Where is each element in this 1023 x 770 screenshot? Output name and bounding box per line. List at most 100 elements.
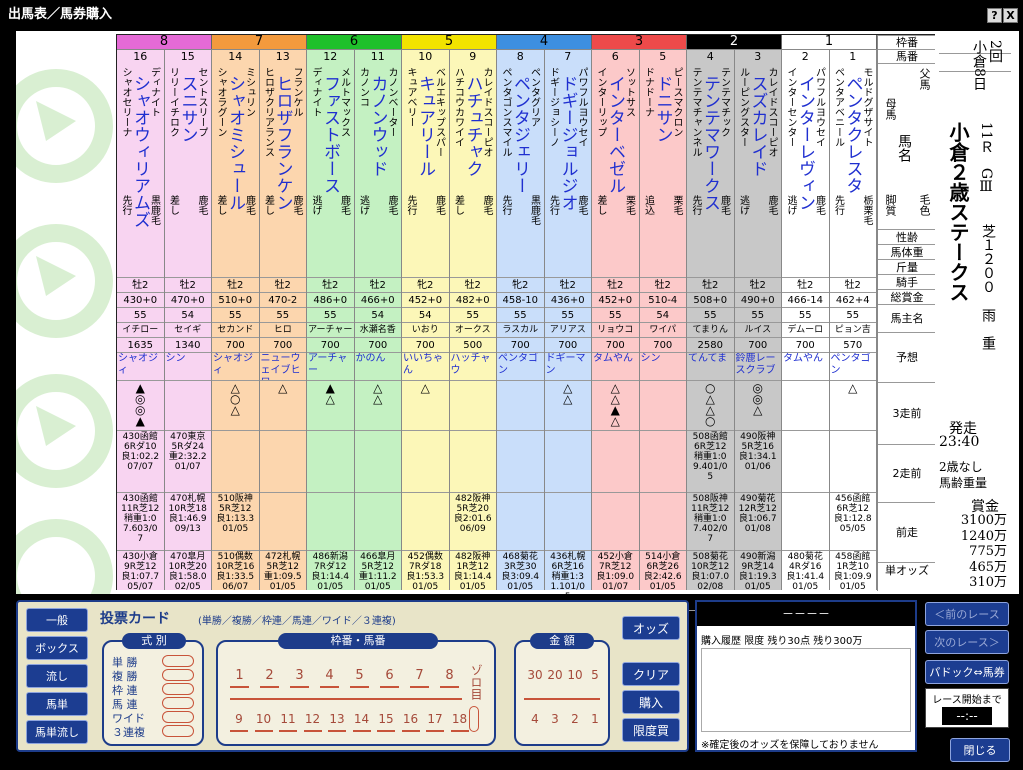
horse-name[interactable]: スズカレイド xyxy=(748,75,768,255)
coat-color: 鹿毛 xyxy=(576,195,587,215)
clear-button[interactable]: クリア xyxy=(622,662,680,686)
horse-column[interactable]: ソットサス インターリップ インターベゼル 差し 栗毛 牡2 452+0 55 リョウコ 700 タ… xyxy=(592,63,640,624)
amount-unit-ones[interactable]: 4 xyxy=(526,712,544,726)
horseshoe-decoration-icon xyxy=(16,69,113,594)
horse-name[interactable]: ファストボース xyxy=(320,75,340,255)
limit-buy-button[interactable]: 限度買 xyxy=(622,718,680,742)
owner-cell: いいちゃん xyxy=(402,352,449,380)
buy-button[interactable]: 購入 xyxy=(622,690,680,714)
race-info-panel: 2回 小倉8日 小倉２歳ステークス 11Ｒ GⅢ 芝１２００ 雨 重 発走 23:… xyxy=(935,34,1017,590)
horse-name[interactable]: インターベゼル xyxy=(605,75,625,255)
bet-type-checkbox[interactable] xyxy=(162,697,194,709)
waku-number[interactable]: 1 xyxy=(232,668,247,683)
horse-column[interactable]: カレイドスコーピオ ハチコウカワイイ ハチュチャク 差し 鹿毛 牡2 482+0 55 オークス… xyxy=(449,63,497,624)
amount-unit-tens[interactable]: 20 xyxy=(546,668,564,682)
bet-type-checkbox[interactable] xyxy=(162,725,194,737)
horse-name[interactable]: ドニサン xyxy=(653,75,673,255)
horse-name[interactable]: ペンタクレスタ xyxy=(843,75,863,255)
horse-column[interactable]: フランケル ヒロザクリアランス ヒロザフランケン 差し 鹿毛 牡2 470-2 55 ヒロ 700… xyxy=(259,63,307,624)
zen2-cell: 510阪神5R芝12良1:13.301/05 xyxy=(212,492,259,550)
umaban-number[interactable]: 10 xyxy=(255,712,273,726)
horse-column[interactable]: テンテマチック テンテマチャンネル テンテマワークス 先行 鹿毛 牡2 508+0 55 てまり… xyxy=(687,63,735,624)
next-race-button[interactable]: 次のレース＞ xyxy=(925,630,1009,654)
horse-name[interactable]: シャオウィリアムズ xyxy=(130,75,150,255)
umaban-number[interactable]: 14 xyxy=(353,712,371,726)
waku-number[interactable]: 7 xyxy=(412,668,427,683)
umaban-number[interactable]: 12 xyxy=(304,712,322,726)
amount-unit-tens[interactable]: 5 xyxy=(586,668,604,682)
horse-column[interactable]: カノンベーター カノンコ カノンウッド 逃げ 鹿毛 牡2 466+0 54 水瀬名香 700 かのん… xyxy=(354,63,402,624)
horse-column[interactable]: ディナイト シャオセリーナ シャオウィリアムズ 先行 黒鹿毛 牡2 430+0 55 イチロー 1… xyxy=(117,63,165,624)
horse-name[interactable]: ドギージョルジオ xyxy=(558,75,578,255)
horse-column[interactable]: カレイドスコーピオ ルーピングスター スズカレイド 逃げ 鹿毛 牡2 490+0 55 ルイス 7… xyxy=(734,63,782,624)
bet-method-button[interactable]: 馬単流し xyxy=(26,720,88,744)
waku-number[interactable]: 3 xyxy=(292,668,307,683)
kinryo-cell: 54 xyxy=(354,307,401,322)
owner-cell: てんてま xyxy=(687,352,734,380)
odds-button[interactable]: オッズ xyxy=(622,616,680,640)
number-underline xyxy=(410,686,429,688)
horse-name[interactable]: カノンウッド xyxy=(368,75,388,255)
jockey-cell: セカンド xyxy=(212,322,259,337)
horse-name[interactable]: ハチュチャク xyxy=(463,75,483,255)
waku-number[interactable]: 6 xyxy=(382,668,397,683)
horse-column[interactable]: メルトマックス ディナイト ファストボース 逃げ 鹿毛 牡2 486+0 55 アーチャー 700… xyxy=(307,63,355,624)
bet-method-button[interactable]: 馬単 xyxy=(26,692,88,716)
paddock-toggle-button[interactable]: パドック⇔馬券 xyxy=(925,660,1009,684)
waku-number[interactable]: 5 xyxy=(352,668,367,683)
prev-race-button[interactable]: ＜前のレース xyxy=(925,602,1009,626)
history-list[interactable] xyxy=(701,648,911,732)
horse-column[interactable]: セントスリープ リリーイチロク スニサン 差し 鹿毛 牡2 470+0 54 セイギ 1340 シン… xyxy=(164,63,212,624)
bet-method-button[interactable]: 流し xyxy=(26,664,88,688)
horse-name[interactable]: シャオミシュール xyxy=(225,75,245,255)
bet-type-checkbox[interactable] xyxy=(162,669,194,681)
waku-number[interactable]: 2 xyxy=(262,668,277,683)
zen3-cell xyxy=(449,430,496,492)
umaban-number[interactable]: 16 xyxy=(402,712,420,726)
umaban-number[interactable]: 11 xyxy=(279,712,297,726)
horse-name[interactable]: キュアリール xyxy=(415,75,435,255)
amount-unit-tens[interactable]: 10 xyxy=(566,668,584,682)
horse-column[interactable]: ミシュリン シャオラグーン シャオミシュール 差し 鹿毛 牡2 510+0 55 セカンド 700… xyxy=(212,63,260,624)
bet-method-button[interactable]: ボックス xyxy=(26,636,88,660)
amount-unit-ones[interactable]: 3 xyxy=(546,712,564,726)
amount-unit-ones[interactable]: 1 xyxy=(586,712,604,726)
umaban-number[interactable]: 9 xyxy=(230,712,248,726)
odds-note: ※確定後のオッズを保障しておりません xyxy=(701,740,879,751)
waku-number[interactable]: 8 xyxy=(442,668,457,683)
horse-column[interactable]: ピースマクロン ドナドーナ ドニサン 追込 栗毛 牡2 510-4 54 ワイパ 700 シン 514… xyxy=(639,63,687,624)
amount-unit-ones[interactable]: 2 xyxy=(566,712,584,726)
running-style: 先行 xyxy=(500,195,511,215)
owner-cell: シャオジィ xyxy=(117,352,164,380)
sexage-cell: 牡2 xyxy=(307,277,354,292)
horse-name[interactable]: インターレヴィン xyxy=(795,75,815,255)
close-button[interactable]: 閉じる xyxy=(950,738,1010,762)
kinryo-cell: 55 xyxy=(307,307,354,322)
horse-column[interactable]: ベルエキップスパー キュアベリー キュアリール 先行 鹿毛 牝2 452+0 54 いおり 700… xyxy=(402,63,450,624)
waku-number[interactable]: 4 xyxy=(322,668,337,683)
horse-column[interactable]: パワフルヨウセイ ドギージョシーノ ドギージョルジオ 先行 鹿毛 牡2 436+0 55 アリア… xyxy=(544,63,592,624)
umaban-number[interactable]: 15 xyxy=(377,712,395,726)
horse-name[interactable]: ペンタジェリー xyxy=(510,75,530,255)
bet-type-checkbox[interactable] xyxy=(162,683,194,695)
zoro-checkbox[interactable] xyxy=(469,706,479,732)
sexage-cell: 牡2 xyxy=(544,277,591,292)
horse-column[interactable]: ペンタグリア ペンタゴンスマイル ペンタジェリー 先行 黒鹿毛 牝2 458-10 55 ラスカ… xyxy=(497,63,545,624)
umaban-number[interactable]: 13 xyxy=(328,712,346,726)
father-name: ペンタグリア xyxy=(528,67,540,127)
horse-column[interactable]: パワフルヨウセイ インターセンター インターレヴィン 逃げ 鹿毛 牡2 466-14 55 デム… xyxy=(782,63,830,624)
bet-type-checkbox[interactable] xyxy=(162,711,194,723)
horse-name[interactable]: ヒロザフランケン xyxy=(273,75,293,255)
amount-unit-tens[interactable]: 30 xyxy=(526,668,544,682)
umaban-number[interactable]: 18 xyxy=(451,712,469,726)
coat-color: 鹿毛 xyxy=(338,195,350,215)
horse-column[interactable]: モルドグザサイト ペンタアベニール ペンタクレスタ 先行 栃栗毛 牡2 462+4 55 ピョン… xyxy=(829,63,877,624)
horse-name[interactable]: スニサン xyxy=(178,75,198,255)
bet-type-checkbox[interactable] xyxy=(162,655,194,667)
umaban-number[interactable]: 17 xyxy=(426,712,444,726)
help-button[interactable]: ? xyxy=(987,8,1002,23)
horse-name[interactable]: テンテマワークス xyxy=(700,75,720,255)
bet-method-button[interactable]: 一般 xyxy=(26,608,88,632)
owner-cell: ペンタゴン xyxy=(497,352,544,380)
close-window-button[interactable]: X xyxy=(1003,8,1018,23)
